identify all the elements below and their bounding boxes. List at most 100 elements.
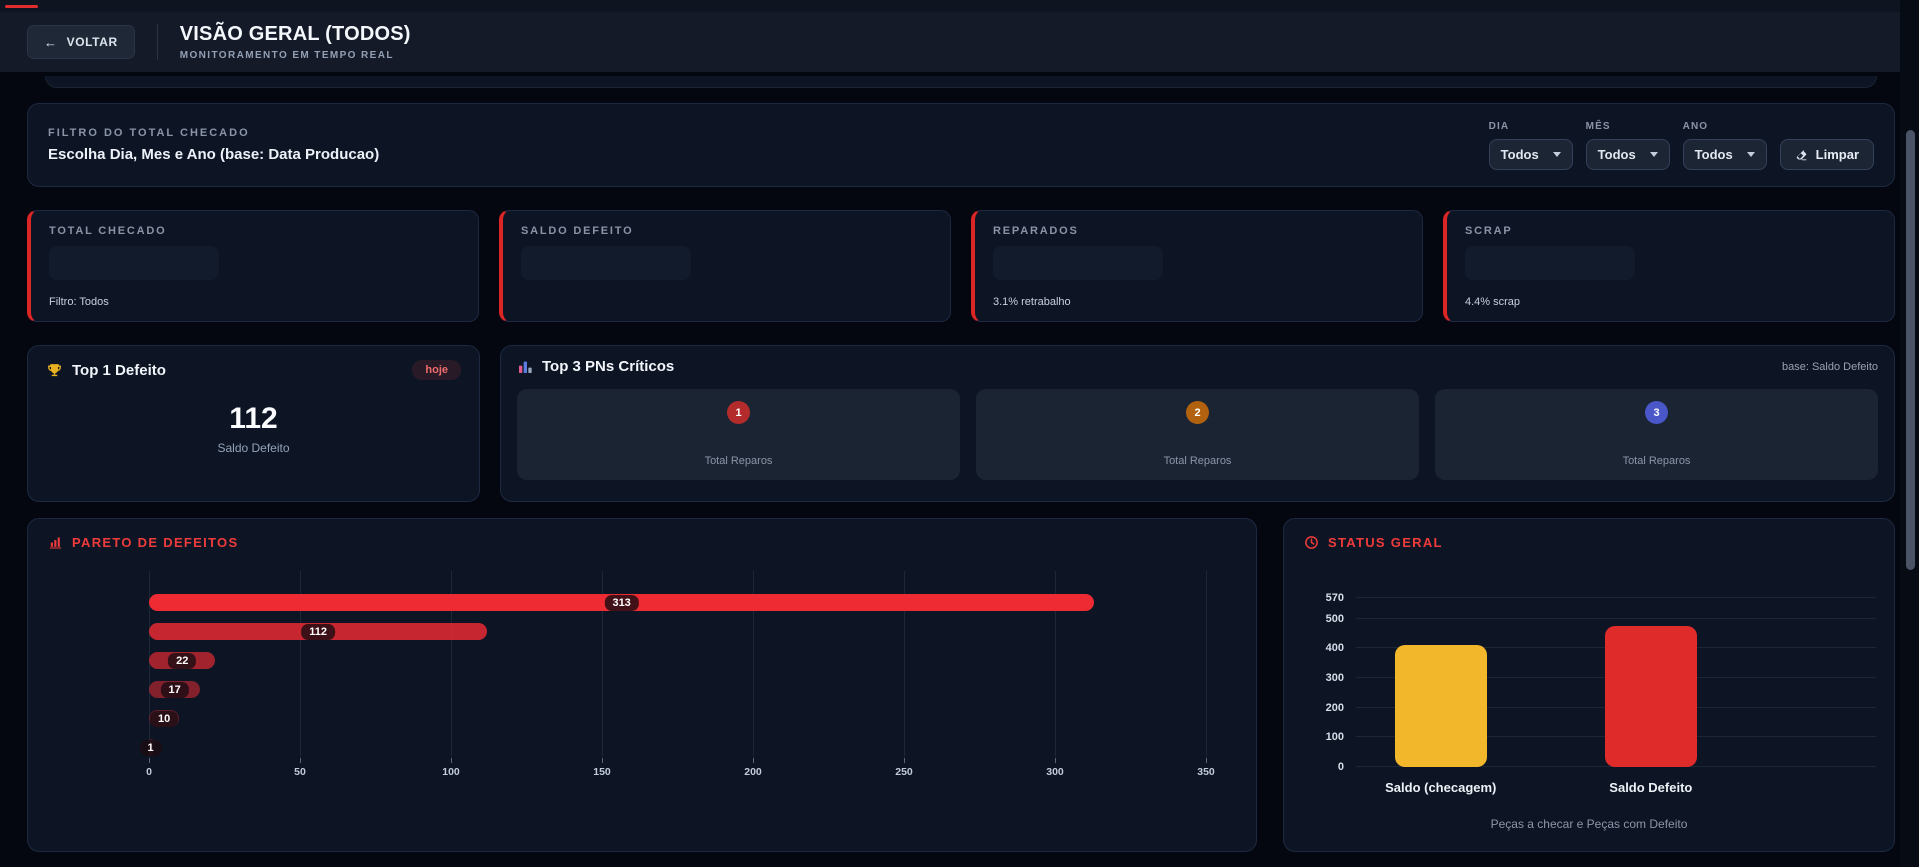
pareto-tick-label: 200 [744,766,762,778]
kpi-card-total-checado: TOTAL CHECADO Filtro: Todos [27,210,479,322]
month-filter-label: MÊS [1585,120,1611,132]
pn-card-label: Total Reparos [704,455,773,467]
status-chart-card: STATUS GERAL 0 100 200 300 400 500 570 Saldo (c… [1283,518,1895,852]
status-bar [1604,626,1697,767]
month-select[interactable]: Todos [1585,138,1670,170]
day-filter-label: DIA [1488,120,1510,132]
clear-button-label: Limpar [1815,146,1859,162]
pareto-chart-card: PARETO DE DEFEITOS 0 50 100 150 200 250 300 350… [27,518,1257,852]
day-filter-group: DIA Todos [1488,120,1573,170]
pareto-bar-row: 22 [149,652,1206,669]
scrolled-card-fragment [45,76,1877,88]
pn-card-label: Total Reparos [1622,455,1691,467]
pn-card-1[interactable]: 1 Total Reparos [517,389,960,480]
kpi-title: REPARADOS [993,225,1079,237]
pareto-tick-mark [451,758,452,763]
pareto-value-label: 112 [301,623,335,640]
pareto-tick-label: 300 [1046,766,1064,778]
pareto-tick-label: 350 [1197,766,1215,778]
month-filter-group: MÊS Todos [1585,120,1670,170]
today-badge: hoje [412,360,461,380]
year-filter-label: ANO [1682,120,1709,132]
status-tick-label: 570 [1325,592,1344,604]
kpi-value-skeleton [1465,246,1635,280]
top1-defeito-card: Top 1 Defeito hoje 112 Saldo Defeito [27,345,480,502]
clear-filter-button[interactable]: Limpar [1779,138,1874,170]
status-plot-area: 0 100 200 300 400 500 570 Saldo (checagem) Saldo… [1326,592,1876,795]
pareto-tick-mark [753,758,754,763]
pareto-bar-row: 10 [149,710,1206,727]
status-category-label: Saldo Defeito [1609,780,1693,795]
top1-title: Top 1 Defeito [72,361,166,379]
chevron-down-icon [1552,151,1561,157]
kpi-value-skeleton [49,246,219,280]
back-button[interactable]: ← VOLTAR [27,25,135,59]
pareto-tick-mark [904,758,905,763]
pn-card-3[interactable]: 3 Total Reparos [1435,389,1878,480]
pareto-tick-mark [300,758,301,763]
pareto-value-label: 17 [160,681,189,698]
top1-value: 112 [229,402,278,435]
pn-card-2[interactable]: 2 Total Reparos [976,389,1419,480]
rank-badge: 1 [727,401,750,424]
header-title-block: VISÃO GERAL (TODOS) MONITORAMENTO EM TEM… [180,23,411,61]
kpi-title: SCRAP [1465,225,1513,237]
status-title: STATUS GERAL [1328,535,1443,550]
rank-badge: 3 [1645,401,1668,424]
top1-header: Top 1 Defeito hoje [46,360,461,380]
pareto-chart-icon [49,537,62,549]
scrollbar-thumb[interactable] [1906,130,1915,570]
top1-title-wrap: Top 1 Defeito [46,362,166,379]
year-select[interactable]: Todos [1682,138,1767,170]
pareto-bar-row: 313 [149,594,1206,611]
page-subtitle: MONITORAMENTO EM TEMPO REAL [179,50,394,61]
pareto-tick-label: 0 [146,766,152,778]
top-loading-strip [0,0,1919,12]
pareto-bar-row: 112 [149,623,1206,640]
back-button-label: VOLTAR [66,35,118,49]
kpi-card-scrap: SCRAP 4.4% scrap [1443,210,1895,322]
pareto-title: PARETO DE DEFEITOS [72,535,239,550]
top3-base-note: base: Saldo Defeito [1781,360,1878,373]
status-tick-label: 400 [1325,642,1344,655]
status-title-wrap: STATUS GERAL [1304,535,1874,550]
eraser-icon [1796,149,1807,160]
top3-header: Top 3 PNs Críticos base: Saldo Defeito [517,358,1878,375]
scrollbar-track [1900,0,1919,867]
top3-grid: 1 Total Reparos 2 Total Reparos 3 Total … [517,389,1878,480]
kpi-row: TOTAL CHECADO Filtro: Todos SALDO DEFEIT… [27,210,1895,322]
status-tick-label: 0 [1337,761,1344,773]
day-select[interactable]: Todos [1488,138,1573,170]
pareto-tick-label: 50 [294,766,306,778]
app-header: ← VOLTAR VISÃO GERAL (TODOS) MONITORAMEN… [0,12,1919,72]
pareto-tick-mark [1055,758,1056,763]
kpi-title: SALDO DEFEITO [521,225,634,237]
loading-progress-bar [5,5,38,8]
kpi-footnote: 4.4% scrap [1465,296,1521,308]
pareto-bar-row: 1 [139,739,1206,756]
filter-text-block: FILTRO DO TOTAL CHECADO Escolha Dia, Mes… [48,127,379,163]
chevron-down-icon [1746,151,1755,157]
status-category-label: Saldo (checagem) [1385,780,1497,795]
trophy-icon [48,363,61,376]
filter-label: FILTRO DO TOTAL CHECADO [48,127,250,139]
back-arrow-icon: ← [44,34,58,50]
pareto-value-label: 313 [604,594,639,611]
page-title: VISÃO GERAL (TODOS) [179,23,411,45]
year-filter-group: ANO Todos [1682,120,1767,170]
kpi-value-skeleton [521,246,691,280]
kpi-card-saldo-defeito: SALDO DEFEITO [499,210,951,322]
status-caption: Peças a checar e Peças com Defeito [1490,817,1688,831]
pareto-tick-mark [149,758,150,763]
top3-title-wrap: Top 3 PNs Críticos [517,358,674,375]
clock-gauge-icon [1305,536,1318,549]
kpi-title: TOTAL CHECADO [49,225,167,237]
top3-pns-card: Top 3 PNs Críticos base: Saldo Defeito 1… [500,345,1895,502]
filter-card: FILTRO DO TOTAL CHECADO Escolha Dia, Mes… [27,103,1895,187]
kpi-footnote [521,296,932,309]
pareto-value-label: 22 [168,652,197,669]
year-select-value: Todos [1694,146,1733,162]
status-tick-label: 200 [1325,701,1344,714]
pareto-title-wrap: PARETO DE DEFEITOS [48,535,1236,550]
pareto-tick-label: 150 [593,766,611,778]
